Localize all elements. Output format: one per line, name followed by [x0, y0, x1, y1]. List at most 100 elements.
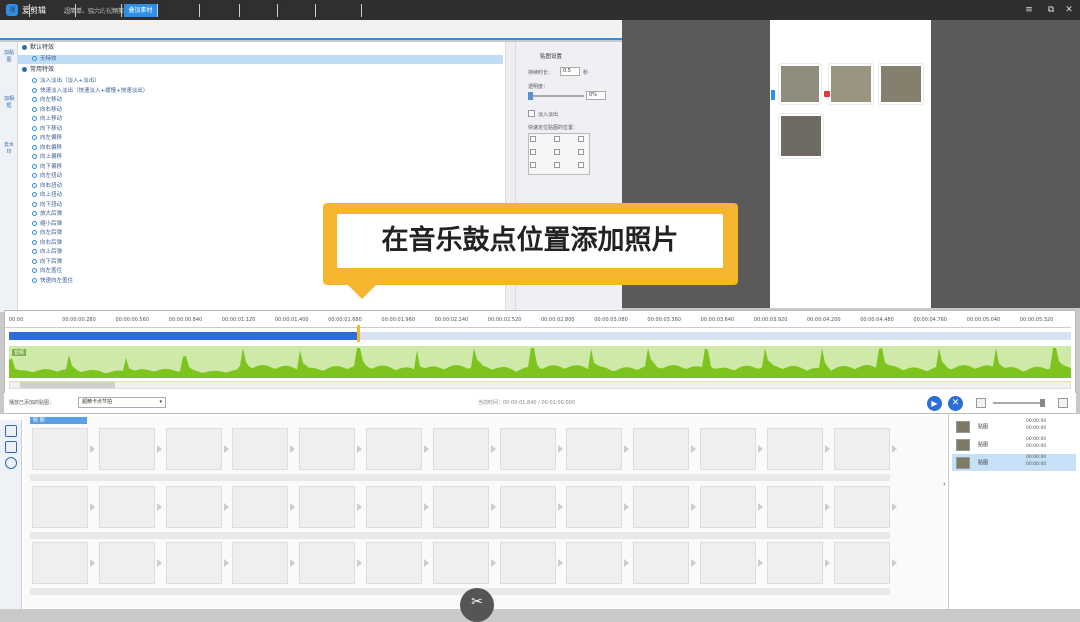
mode-select[interactable]: 超精卡点节拍 ▾ [78, 397, 166, 408]
position-cell[interactable] [554, 136, 560, 142]
clip-slot[interactable] [833, 542, 890, 584]
photo-thumb[interactable] [779, 64, 821, 104]
scissors-icon[interactable]: ✂ [460, 588, 494, 622]
group-default[interactable]: 默认特效 [22, 44, 54, 52]
list-item[interactable]: 淡入淡出（淡入+淡出） [32, 77, 100, 85]
clip-slot[interactable] [299, 486, 356, 528]
tab-karaoke[interactable]: 卡拉OK [280, 4, 316, 17]
position-cell[interactable] [554, 149, 560, 155]
opacity-slider[interactable] [528, 95, 584, 97]
list-item[interactable]: 向上偏移 [32, 153, 62, 161]
list-item[interactable]: 向下扭动 [32, 201, 62, 209]
tab-video[interactable]: 视 频 [4, 4, 30, 17]
zoom-slider-handle[interactable] [1040, 399, 1045, 407]
clip-slot[interactable] [165, 542, 222, 584]
clip-slot[interactable] [766, 542, 823, 584]
time-ruler[interactable] [5, 312, 1071, 328]
clip-slot[interactable] [566, 428, 623, 470]
play-button[interactable]: ▶ [927, 396, 942, 411]
clip-slot[interactable] [633, 542, 690, 584]
zoom-out-icon[interactable] [976, 398, 986, 408]
position-cell[interactable] [554, 162, 560, 168]
image-icon[interactable] [5, 441, 17, 453]
photo-thumb[interactable] [829, 64, 873, 104]
sticker-list-row[interactable] [952, 418, 1076, 435]
list-item[interactable]: 向右移动 [32, 106, 62, 114]
resize-handle[interactable] [771, 90, 775, 100]
clip-slot[interactable] [700, 486, 756, 528]
list-item[interactable]: 放大后弹 [32, 210, 62, 218]
group-common[interactable]: 常用特效 [22, 66, 54, 74]
list-item[interactable]: 向下偏移 [32, 163, 62, 171]
duration-input[interactable]: 0.5 [560, 67, 580, 76]
playhead[interactable] [357, 325, 361, 342]
clip-slot[interactable] [766, 428, 823, 470]
list-item[interactable]: 向左后弹 [32, 229, 62, 237]
list-item[interactable]: 缩小后弹 [32, 220, 62, 228]
clip-slot[interactable] [833, 428, 890, 470]
crop-icon[interactable] [5, 425, 17, 437]
clip-slot[interactable] [32, 542, 88, 584]
tab-subtitle[interactable]: 字幕特效 [80, 4, 122, 17]
clip-slot[interactable] [299, 542, 356, 584]
clip-slot[interactable] [165, 486, 222, 528]
list-item[interactable]: 向下后弹 [32, 258, 62, 266]
timeline-scrollbar[interactable] [9, 381, 1071, 389]
clip-slot[interactable] [98, 542, 155, 584]
list-item[interactable]: 向上扭动 [32, 191, 62, 199]
clip-slot[interactable] [98, 428, 155, 470]
list-item[interactable]: 向左扭动 [32, 172, 62, 180]
clip-slot[interactable] [566, 542, 623, 584]
position-cell[interactable] [530, 162, 536, 168]
list-item[interactable]: 向下移动 [32, 125, 62, 133]
menu-icon[interactable]: ≡ [1022, 3, 1036, 17]
clip-slot[interactable] [566, 486, 623, 528]
audio-waveform[interactable] [9, 346, 1071, 378]
list-item[interactable]: 向上移动 [32, 115, 62, 123]
collapse-icon[interactable]: › [943, 480, 946, 488]
clip-slot[interactable] [499, 542, 556, 584]
clip-slot[interactable] [366, 486, 422, 528]
stop-button[interactable]: ✕ [948, 396, 963, 411]
position-cell[interactable] [530, 136, 536, 142]
clip-slot[interactable] [32, 428, 88, 470]
restore-icon[interactable]: ⧉ [1044, 3, 1058, 17]
position-cell[interactable] [530, 149, 536, 155]
clip-slot[interactable] [432, 486, 489, 528]
clip-slot[interactable] [499, 486, 556, 528]
tab-style[interactable]: 画面风格 [202, 4, 240, 17]
clip-slot[interactable] [366, 542, 422, 584]
tab-mtv[interactable]: M T V [242, 4, 278, 17]
clip-slot[interactable] [700, 428, 756, 470]
clip-slot[interactable] [32, 486, 88, 528]
opacity-slider-handle[interactable] [528, 92, 533, 100]
list-item[interactable]: 向左盖住 [32, 267, 62, 275]
list-item[interactable]: 快速淡入淡出（快速淡入+缓慢+快速淡出） [32, 87, 148, 95]
clip-slot[interactable] [833, 486, 890, 528]
tab-audio[interactable]: 音 频 [44, 4, 76, 17]
position-cell[interactable] [578, 136, 584, 142]
list-item[interactable]: 向右扭动 [32, 182, 62, 190]
clip-slot[interactable] [432, 542, 489, 584]
list-item[interactable]: 向左移动 [32, 96, 62, 104]
clip-slot[interactable] [98, 486, 155, 528]
clip-slot[interactable] [633, 486, 690, 528]
tab-upgrade[interactable]: 升级与服务 [318, 4, 362, 17]
photo-thumb[interactable] [879, 64, 923, 104]
list-item[interactable]: 向右后弹 [32, 239, 62, 247]
sticker-list-row[interactable] [952, 436, 1076, 453]
position-cell[interactable] [578, 162, 584, 168]
side-add-sticker[interactable]: 加贴图 [2, 50, 16, 84]
side-add-frame[interactable]: 加相框 [2, 96, 16, 130]
list-item-selected[interactable] [18, 55, 503, 64]
opacity-input[interactable]: 0% [586, 91, 606, 100]
clip-slot[interactable] [299, 428, 356, 470]
timeline-scroll-thumb[interactable] [20, 382, 115, 388]
sticker-list-row[interactable] [952, 454, 1076, 471]
clip-slot[interactable] [366, 428, 422, 470]
clip-slot[interactable] [232, 428, 289, 470]
list-item[interactable]: 向右偏移 [32, 144, 62, 152]
clip-slot[interactable] [499, 428, 556, 470]
clip-slot[interactable] [633, 428, 690, 470]
tab-overlay[interactable]: 叠加素材 [124, 4, 158, 17]
